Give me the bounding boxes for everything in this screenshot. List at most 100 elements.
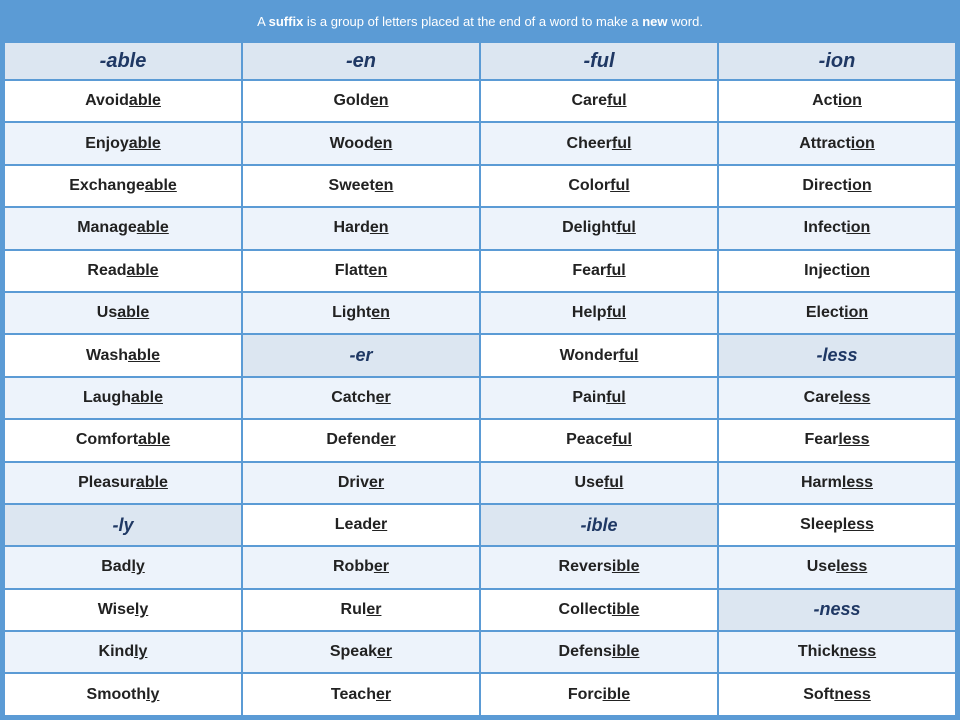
table-cell: -er	[242, 334, 480, 376]
table-cell: -less	[718, 334, 956, 376]
suffix-table: -able -en -ful -ion AvoidableGoldenCaref…	[3, 41, 957, 717]
suffix-part: ful	[612, 135, 632, 152]
table-cell: -ly	[4, 504, 242, 546]
suffix-part: er	[366, 601, 381, 618]
table-cell: Sweeten	[242, 165, 480, 207]
suffix-part: ion	[844, 304, 868, 321]
suffix-part: able	[136, 474, 168, 491]
table-cell: Infection	[718, 207, 956, 249]
suffix-part: ion	[846, 262, 870, 279]
suffix-part: able	[127, 262, 159, 279]
table-cell: Useful	[480, 462, 718, 504]
suffix-part: able	[145, 177, 177, 194]
suffix-part: ness	[840, 643, 876, 660]
table-cell: -ible	[480, 504, 718, 546]
table-cell: Wisely	[4, 589, 242, 631]
suffix-part: er	[369, 474, 384, 491]
table-cell: Manageable	[4, 207, 242, 249]
suffix-part: ness	[834, 686, 870, 703]
suffix-part: ful	[606, 262, 626, 279]
table-cell: Sleepless	[718, 504, 956, 546]
table-cell: Attraction	[718, 122, 956, 164]
table-cell: Defender	[242, 419, 480, 461]
suffix-part: en	[370, 92, 389, 109]
suffix-part: able	[131, 389, 163, 406]
table-row: WiselyRulerCollectible-ness	[4, 589, 956, 631]
col-header-en: -en	[242, 42, 480, 80]
table-cell: Fearful	[480, 250, 718, 292]
table-cell: Avoidable	[4, 80, 242, 122]
table-cell: Laughable	[4, 377, 242, 419]
table-cell: Kindly	[4, 631, 242, 673]
table-cell: Wonderful	[480, 334, 718, 376]
table-cell: Leader	[242, 504, 480, 546]
table-cell: Harmless	[718, 462, 956, 504]
table-cell: Delightful	[480, 207, 718, 249]
table-cell: Smoothly	[4, 673, 242, 716]
suffix-part: able	[129, 92, 161, 109]
table-cell: Peaceful	[480, 419, 718, 461]
table-cell: Ruler	[242, 589, 480, 631]
suffix-part: er	[377, 643, 392, 660]
suffix-part: ible	[612, 558, 640, 575]
table-cell: Robber	[242, 546, 480, 588]
table-cell: Pleasurable	[4, 462, 242, 504]
suffix-part: er	[372, 516, 387, 533]
suffix-part: ible	[612, 643, 640, 660]
table-cell: -ness	[718, 589, 956, 631]
table-row: ComfortableDefenderPeacefulFearless	[4, 419, 956, 461]
suffix-part: ion	[851, 135, 875, 152]
table-row: KindlySpeakerDefensibleThickness	[4, 631, 956, 673]
suffix-part: less	[839, 389, 870, 406]
table-cell: Forcible	[480, 673, 718, 716]
table-row: ExchangeableSweetenColorfulDirection	[4, 165, 956, 207]
table-cell: Readable	[4, 250, 242, 292]
suffix-part: less	[836, 558, 867, 575]
table-cell: Fearless	[718, 419, 956, 461]
suffix-part: less	[842, 474, 873, 491]
table-cell: Golden	[242, 80, 480, 122]
table-row: PleasurableDriverUsefulHarmless	[4, 462, 956, 504]
table-header-row: -able -en -ful -ion	[4, 42, 956, 80]
table-cell: Exchangeable	[4, 165, 242, 207]
table-cell: Careful	[480, 80, 718, 122]
suffix-part: en	[369, 262, 388, 279]
table-row: -lyLeader-ibleSleepless	[4, 504, 956, 546]
suffix-part: ful	[607, 92, 627, 109]
table-cell: Teacher	[242, 673, 480, 716]
page-wrapper: A suffix is a group of letters placed at…	[0, 0, 960, 720]
table-cell: Defensible	[480, 631, 718, 673]
table-row: ReadableFlattenFearfulInjection	[4, 250, 956, 292]
header-subtitle: A suffix is a group of letters placed at…	[257, 14, 703, 29]
table-row: LaughableCatcherPainfulCareless	[4, 377, 956, 419]
suffix-part: ful	[619, 347, 639, 364]
table-cell: Lighten	[242, 292, 480, 334]
header: A suffix is a group of letters placed at…	[3, 3, 957, 41]
suffix-part: ly	[131, 558, 144, 575]
suffix-part: er	[376, 686, 391, 703]
col-header-ion: -ion	[718, 42, 956, 80]
table-cell: Helpful	[480, 292, 718, 334]
suffix-part: ly	[134, 643, 147, 660]
suffix-part: ful	[606, 389, 626, 406]
suffix-part: ion	[848, 177, 872, 194]
suffix-part: ible	[603, 686, 631, 703]
table-cell: Driver	[242, 462, 480, 504]
suffix-part: ly	[146, 686, 159, 703]
suffix-part: er	[376, 389, 391, 406]
table-cell: Direction	[718, 165, 956, 207]
table-cell: Harden	[242, 207, 480, 249]
table-row: ManageableHardenDelightfulInfection	[4, 207, 956, 249]
table-cell: Comfortable	[4, 419, 242, 461]
table-row: BadlyRobberReversibleUseless	[4, 546, 956, 588]
table-cell: Colorful	[480, 165, 718, 207]
table-cell: Thickness	[718, 631, 956, 673]
suffix-part: less	[838, 431, 869, 448]
suffix-part: er	[374, 558, 389, 575]
suffix-part: ly	[135, 601, 148, 618]
suffix-part: able	[129, 135, 161, 152]
table-cell: Enjoyable	[4, 122, 242, 164]
table-row: Washable-erWonderful-less	[4, 334, 956, 376]
suffix-part: ful	[607, 304, 627, 321]
table-area: -able -en -ful -ion AvoidableGoldenCaref…	[3, 41, 957, 717]
